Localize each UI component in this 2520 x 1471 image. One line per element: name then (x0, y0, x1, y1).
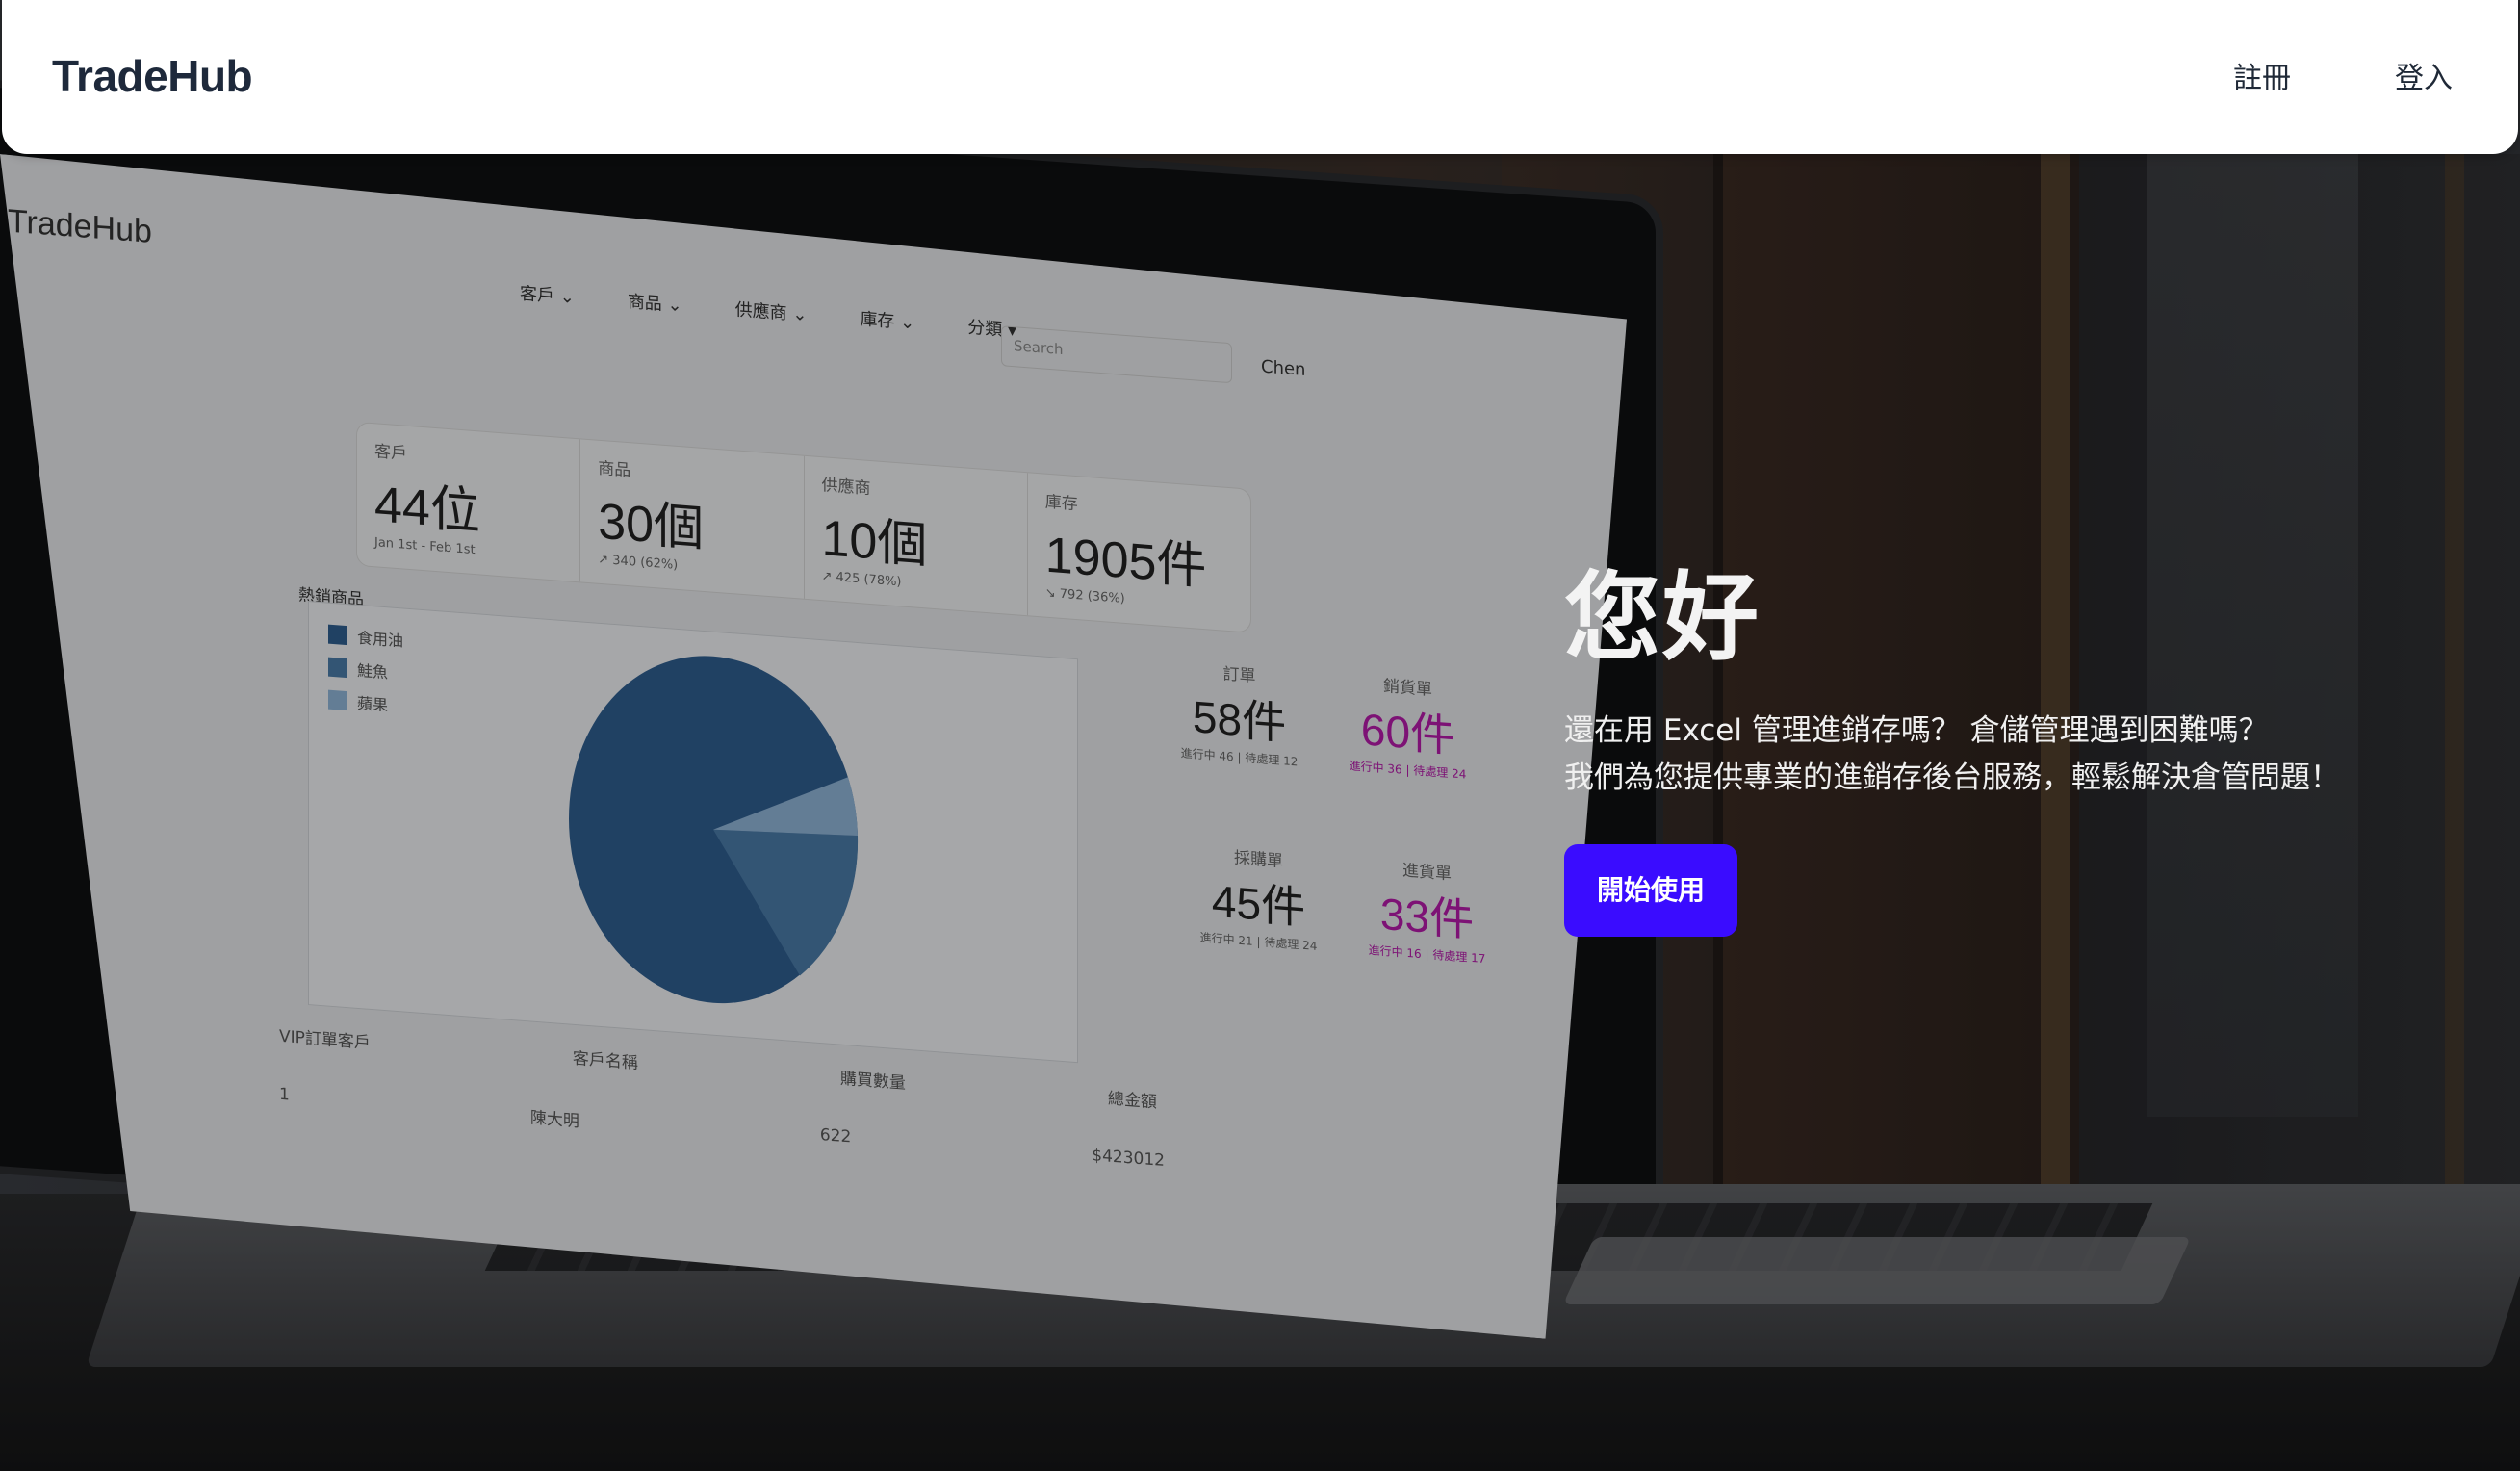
screen-pie-chart-box: 食用油 鮭魚 蘋果 (308, 601, 1078, 1063)
stat-inventory: 庫存 1905件 ↘ 792 (36%) (1028, 473, 1250, 632)
vip-header: 總金額 (1107, 1089, 1157, 1113)
stat-customers: 客戶 44位 Jan 1st - Feb 1st (357, 423, 580, 581)
vip-title: VIP訂單客戶 (279, 1026, 371, 1053)
card-receipts: 進貨單 33件 進行中 16 | 待處理 17 (1343, 852, 1511, 1028)
hero-heading: 您好 (1564, 561, 1761, 674)
screen-stats: 客戶 44位 Jan 1st - Feb 1st 商品 30個 ↗ 340 (6… (356, 422, 1251, 633)
vip-cell: 陳大明 (529, 1108, 579, 1132)
top-navbar: TradeHub 註冊 登入 (2, 0, 2518, 154)
legend-label: 蘋果 (357, 693, 389, 715)
screen-nav-item: 庫存 ⌄ (860, 309, 915, 334)
hero-subtitle: 還在用 Excel 管理進銷存嗎？ 倉儲管理遇到困難嗎？ 我們為您提供專業的進銷… (1564, 708, 2507, 802)
legend-item: 食用油 (328, 623, 403, 652)
legend-label: 食用油 (357, 628, 404, 651)
card-purchases: 採購單 45件 進行中 21 | 待處理 24 (1174, 839, 1343, 1016)
screen-nav: 客戶 ⌄ 商品 ⌄ 供應商 ⌄ 庫存 ⌄ 分類 ▾ (520, 280, 1016, 343)
screen-search: Search (1001, 325, 1232, 383)
legend-item: 鮭魚 (328, 656, 403, 684)
stat-suppliers: 供應商 10個 ↗ 425 (78%) (805, 456, 1028, 615)
screen-nav-item: 客戶 ⌄ (520, 283, 575, 308)
laptop-screen-dashboard: TradeHub 客戶 ⌄ 商品 ⌄ 供應商 ⌄ 庫存 ⌄ 分類 ▾ Searc… (0, 154, 1627, 1345)
screen-nav-item: 供應商 ⌄ (734, 299, 808, 326)
hero-section: 您好 還在用 Excel 管理進銷存嗎？ 倉儲管理遇到困難嗎？ 我們為您提供專業… (1564, 539, 2507, 937)
stat-products: 商品 30個 ↗ 340 (62%) (580, 439, 804, 598)
vip-header: 客戶名稱 (572, 1048, 638, 1073)
legend-item: 蘋果 (328, 688, 403, 717)
vip-header: 購買數量 (839, 1069, 906, 1094)
register-link[interactable]: 註冊 (2233, 54, 2291, 96)
hero-subtitle-line: 我們為您提供專業的進銷存後台服務，輕鬆解決倉管問題！ (1564, 761, 2340, 795)
vip-cell: $423012 (1092, 1146, 1165, 1171)
screen-user: Chen (1261, 356, 1306, 380)
screen-order-cards: 訂單 58件 進行中 46 | 待處理 12 銷貨單 60件 進行中 36 | … (1155, 655, 1492, 1045)
card-orders: 訂單 58件 進行中 46 | 待處理 12 (1155, 655, 1324, 831)
brand-logo-link[interactable]: TradeHub (52, 50, 253, 102)
nav-links: 註冊 登入 (2233, 54, 2453, 96)
pie-chart (559, 640, 867, 1019)
login-link[interactable]: 登入 (2395, 54, 2453, 96)
card-sales: 銷貨單 60件 進行中 36 | 待處理 24 (1324, 667, 1492, 843)
screen-brand: TradeHub (8, 202, 152, 250)
laptop-trackpad (1562, 1237, 2192, 1304)
vip-cell: 622 (819, 1125, 852, 1148)
screen-nav-item: 商品 ⌄ (627, 292, 682, 317)
vip-cell: 1 (279, 1084, 290, 1105)
pie-legend: 食用油 鮭魚 蘋果 (328, 623, 403, 727)
legend-label: 鮭魚 (357, 660, 389, 683)
vip-row: 1 陳大明 622 $423012 (279, 1085, 1627, 1210)
get-started-button[interactable]: 開始使用 (1564, 844, 1738, 937)
hero-subtitle-line: 還在用 Excel 管理進銷存嗎？ 倉儲管理遇到困難嗎？ (1564, 713, 2269, 748)
